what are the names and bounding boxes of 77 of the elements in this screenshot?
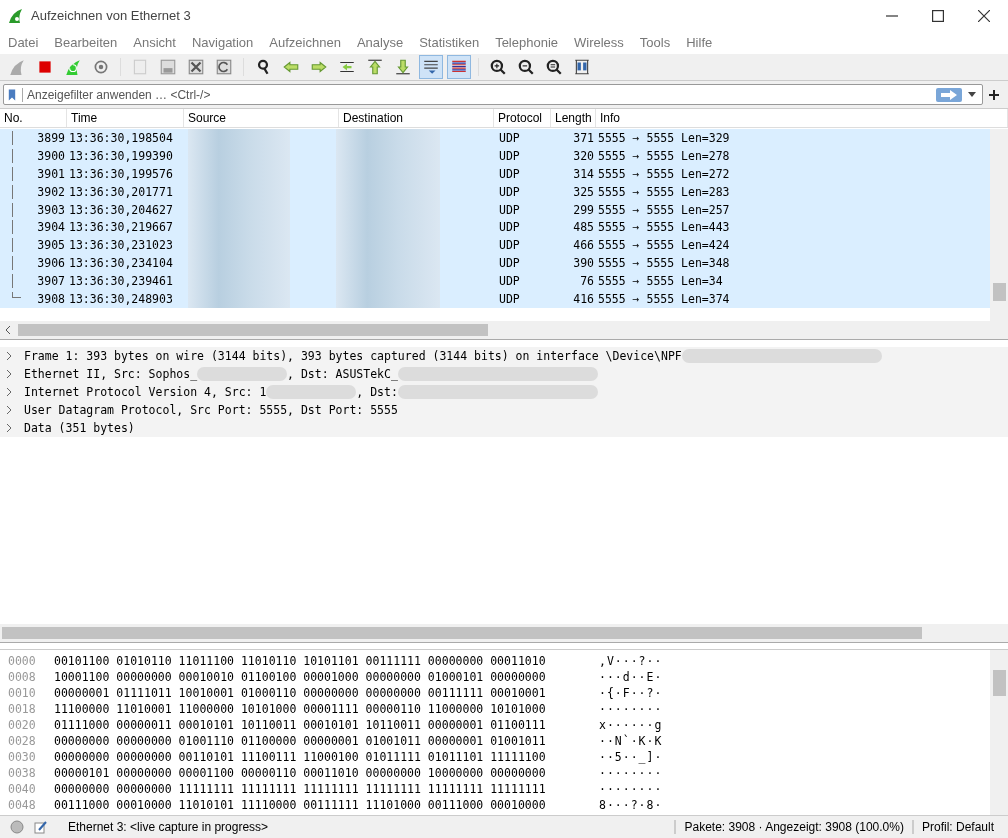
byte-ascii: ········ [599, 702, 663, 716]
profile-label[interactable]: Profil: Default [913, 820, 1008, 834]
byte-offset: 0040 [7, 782, 37, 796]
byte-bits: 00000001 01111011 10010001 01000110 00000000 00000000 00111111 00010001 [54, 686, 547, 700]
byte-offset: 0030 [7, 750, 37, 764]
edit-note-icon[interactable] [34, 820, 48, 834]
filter-bar[interactable]: Anzeigefilter anwenden … <Ctrl-/> [3, 84, 983, 105]
menu-item[interactable]: Aufzeichnen [269, 35, 341, 50]
byte-ascii: ········ [599, 766, 663, 780]
expand-chevron-icon[interactable] [6, 424, 12, 432]
column-header[interactable]: Destination [339, 109, 494, 127]
maximize-icon[interactable] [932, 9, 944, 22]
menu-item[interactable]: Ansicht [133, 35, 176, 50]
byte-offset: 0008 [7, 670, 37, 684]
scrollbar[interactable] [990, 650, 1008, 815]
byte-bits: 00111000 00010000 11010101 11110000 00111111 11101000 00111000 00010000 [54, 798, 547, 812]
column-header[interactable]: Info [596, 109, 1008, 127]
byte-offset: 0028 [7, 734, 37, 748]
byte-ascii: ···d··E· [599, 670, 663, 684]
column-header[interactable]: Length [551, 109, 596, 127]
detail-text[interactable]: Internet Protocol Version 4, Src: 1 [24, 385, 267, 399]
menu-item[interactable]: Bearbeiten [54, 35, 118, 50]
byte-bits: 00000000 00000000 01001110 01100000 00000001 01001011 00000001 01001011 [54, 734, 547, 748]
byte-offset: 0010 [7, 686, 37, 700]
packet-count: Pakete: 3908 · Angezeigt: 3908 (100.0%) [674, 820, 914, 834]
menu-item[interactable]: Wireless [574, 35, 624, 50]
byte-ascii: ········ [599, 782, 663, 796]
detail-text[interactable]: Ethernet II, Src: Sophos_ [24, 367, 198, 381]
byte-ascii: ,V···?·· [599, 654, 663, 668]
window-title: Aufzeichnen von Ethernet 3 [31, 8, 191, 23]
byte-bits: 11100000 11010001 11000000 10101000 00001111 00000110 11000000 10101000 [54, 702, 547, 716]
menu-item[interactable]: Statistiken [419, 35, 480, 50]
byte-ascii: ·{·F··?· [599, 686, 663, 700]
byte-bits: 01111000 00000011 00010101 10110011 00010101 10110011 00000001 01100111 [54, 718, 547, 732]
byte-bits: 00000101 00000000 00001100 00000110 00011010 00000000 10000000 00000000 [54, 766, 547, 780]
byte-offset: 0020 [7, 718, 37, 732]
expand-chevron-icon[interactable] [6, 352, 12, 360]
detail-text[interactable]: Data (351 bytes) [24, 421, 135, 435]
menu-item[interactable]: Navigation [191, 35, 254, 50]
byte-ascii: x······g [599, 718, 663, 732]
menu-item[interactable]: Telephonie [495, 35, 558, 50]
add-icon[interactable] [989, 89, 999, 100]
byte-offset: 0038 [7, 766, 37, 780]
byte-offset: 0018 [7, 702, 37, 716]
byte-bits: 00000000 00000000 00110101 11100111 11000100 01011111 01011101 11111100 [54, 750, 547, 764]
expand-chevron-icon[interactable] [6, 406, 12, 414]
detail-text[interactable]: , Dst: ASUSTekC_ [287, 367, 398, 381]
close-icon[interactable] [978, 9, 990, 22]
menu-item[interactable]: Hilfe [686, 35, 713, 50]
menu-item[interactable]: Datei [8, 35, 39, 50]
byte-ascii: ··5··_]· [599, 750, 663, 764]
byte-offset: 0000 [7, 654, 37, 668]
expand-chevron-icon[interactable] [6, 388, 12, 396]
detail-text[interactable]: , Dst: [356, 385, 398, 399]
expand-chevron-icon[interactable] [6, 370, 12, 378]
status-dot-icon [10, 820, 24, 834]
column-header[interactable]: Source [184, 109, 339, 127]
menu-item[interactable]: Analyse [356, 35, 404, 50]
column-header[interactable]: Time [67, 109, 184, 127]
scrollbar[interactable] [990, 129, 1008, 321]
scrollbar[interactable] [0, 321, 1008, 339]
byte-offset: 0048 [7, 798, 37, 812]
byte-ascii: 8···?·8· [599, 798, 663, 812]
menu-item[interactable]: Tools [639, 35, 671, 50]
status-text: Ethernet 3: <live capture in progress> [68, 820, 269, 834]
column-header[interactable]: Protocol [494, 109, 551, 127]
byte-bits: 00000000 00000000 11111111 11111111 11111111 11111111 11111111 11111111 [54, 782, 547, 796]
byte-ascii: ··N`·K·K [599, 734, 663, 748]
byte-bits: 10001100 00000000 00010010 01100100 00001000 00000000 01000101 00000000 [54, 670, 547, 684]
shark-fin-icon [8, 7, 24, 24]
scroll-left-icon[interactable] [5, 326, 11, 334]
dropdown-icon[interactable] [968, 92, 976, 97]
column-header[interactable]: No. [0, 109, 67, 127]
byte-bits: 00101100 01010110 11011100 11010110 10101101 00111111 00000000 00011010 [54, 654, 547, 668]
scrollbar[interactable] [0, 624, 1008, 642]
auto-scroll-icon[interactable] [420, 56, 442, 78]
colorize-icon[interactable] [448, 56, 470, 78]
